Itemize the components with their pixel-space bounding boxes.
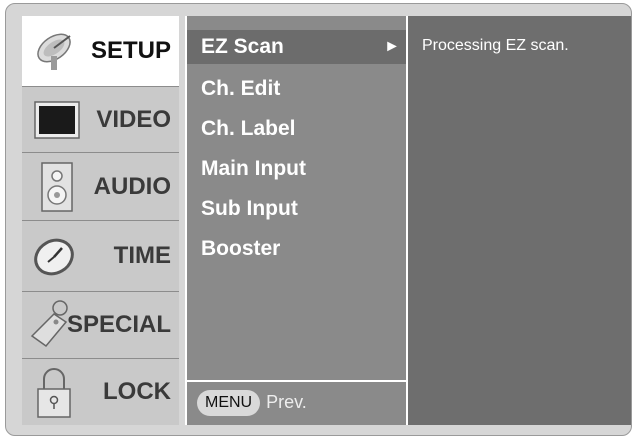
menu-item-audio[interactable]: AUDIO xyxy=(22,152,179,220)
menu-item-time[interactable]: TIME xyxy=(22,220,179,291)
menu-item-setup[interactable]: SETUP xyxy=(22,16,179,86)
submenu-panel: EZ Scan ► Ch. Edit Ch. Label Main Input … xyxy=(185,16,408,425)
padlock-icon xyxy=(36,367,72,424)
speaker-icon xyxy=(40,161,74,218)
submenu-item-label: Booster xyxy=(201,237,281,260)
submenu-item-ch-label[interactable]: Ch. Label xyxy=(187,112,406,146)
menu-item-label: LOCK xyxy=(103,378,171,405)
menu-item-lock[interactable]: LOCK xyxy=(22,358,179,425)
status-message: Processing EZ scan. xyxy=(422,37,569,54)
submenu-item-label: Main Input xyxy=(201,157,306,180)
main-menu: SETUP VIDEO AUDIO TIME SPECIAL LOCK xyxy=(22,16,179,425)
menu-button[interactable]: MENU xyxy=(197,389,261,416)
menu-item-label: AUDIO xyxy=(93,172,171,200)
satellite-dish-icon xyxy=(32,30,80,77)
detail-panel: Processing EZ scan. xyxy=(408,16,631,425)
menu-item-special[interactable]: SPECIAL xyxy=(22,291,179,358)
menu-item-label: VIDEO xyxy=(96,105,171,133)
tag-icon xyxy=(28,298,70,355)
submenu-footer: MENU Prev. xyxy=(187,380,406,423)
prev-label: Prev. xyxy=(266,392,307,412)
submenu-item-label: Ch. Label xyxy=(201,117,296,140)
arrow-right-icon: ► xyxy=(384,38,400,55)
submenu-item-booster[interactable]: Booster xyxy=(187,232,406,266)
submenu-item-label: Sub Input xyxy=(201,197,298,220)
submenu-item-ch-edit[interactable]: Ch. Edit xyxy=(187,72,406,106)
menu-item-label: SPECIAL xyxy=(66,311,171,338)
menu-item-video[interactable]: VIDEO xyxy=(22,86,179,152)
submenu-item-main-input[interactable]: Main Input xyxy=(187,152,406,186)
submenu-item-label: Ch. Edit xyxy=(201,77,281,100)
submenu-item-label: EZ Scan xyxy=(201,35,284,58)
clock-icon xyxy=(32,235,76,284)
submenu-item-ez-scan[interactable]: EZ Scan ► xyxy=(187,30,406,64)
tv-screen-icon xyxy=(34,101,80,144)
menu-item-label: TIME xyxy=(113,242,171,269)
menu-item-label: SETUP xyxy=(90,37,171,64)
submenu-item-sub-input[interactable]: Sub Input xyxy=(187,192,406,226)
